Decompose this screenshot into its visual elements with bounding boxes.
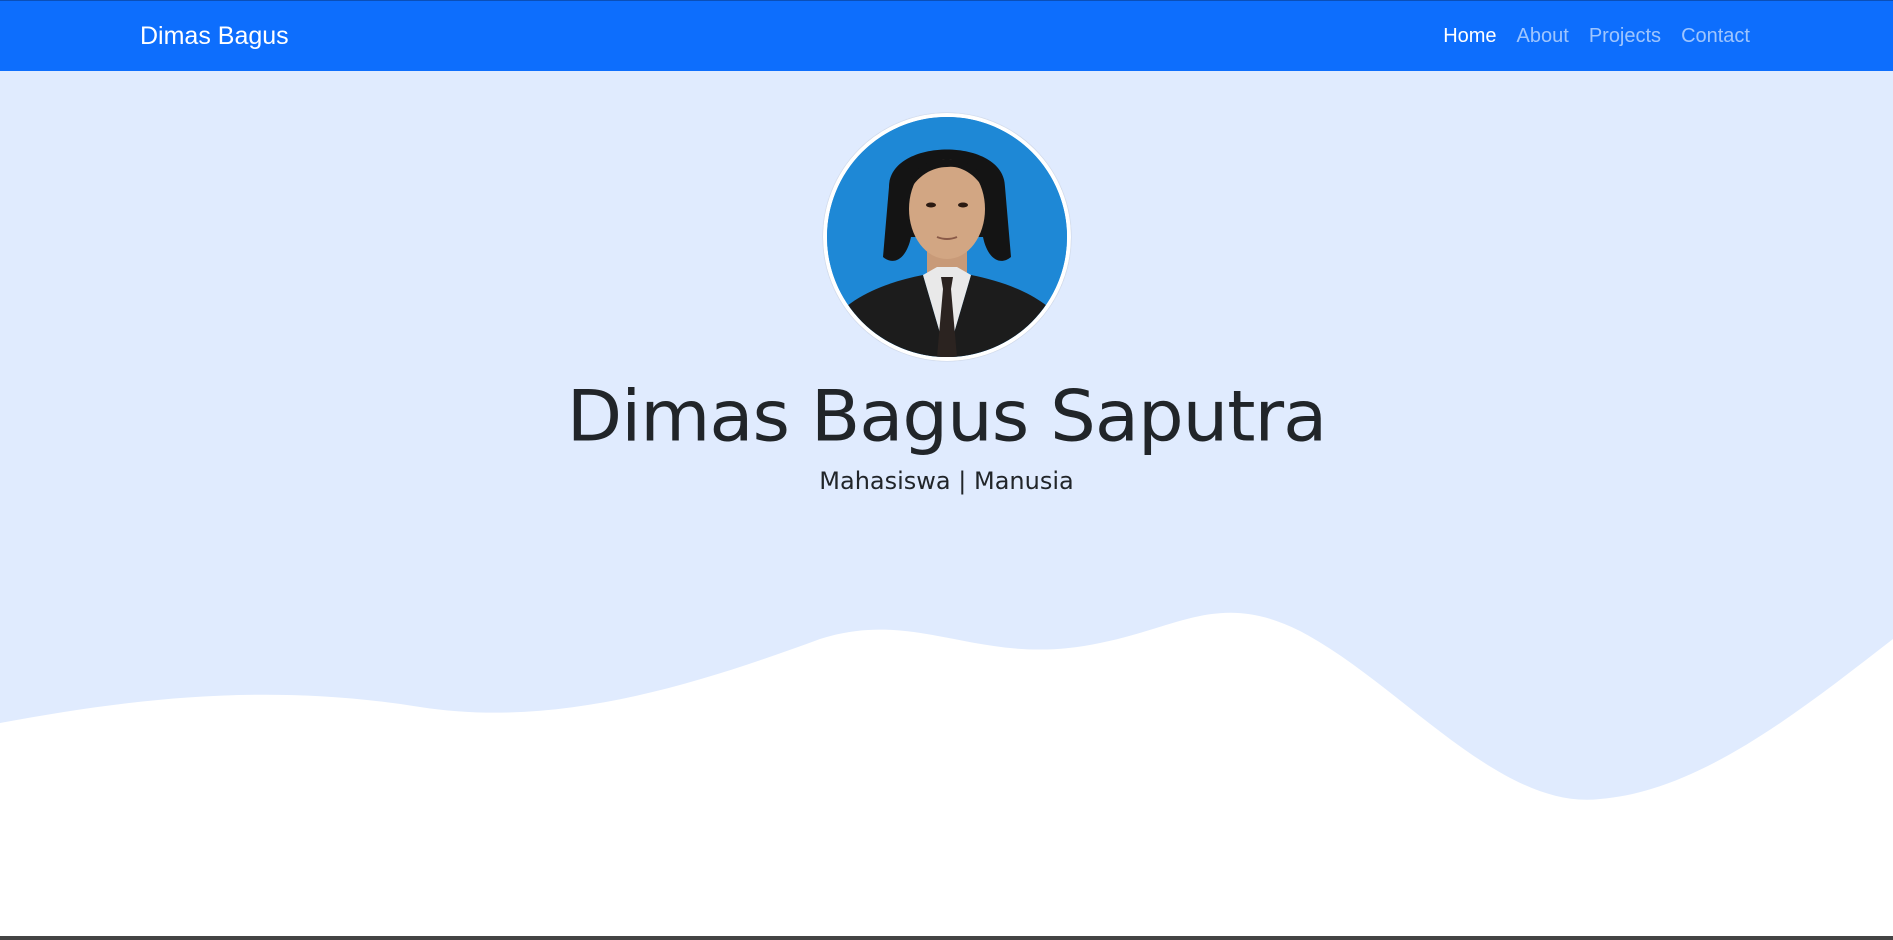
nav-links: Home About Projects Contact (1443, 25, 1750, 48)
nav-link-contact[interactable]: Contact (1681, 25, 1750, 48)
navbar: Dimas Bagus Home About Projects Contact (0, 0, 1893, 71)
brand-link[interactable]: Dimas Bagus (140, 22, 289, 51)
nav-link-about[interactable]: About (1517, 25, 1569, 48)
bottom-edge (0, 936, 1893, 940)
profile-avatar (822, 113, 1071, 361)
profile-photo-illustration (826, 117, 1067, 357)
hero-content: Dimas Bagus Saputra Mahasiswa | Manusia (0, 113, 1893, 497)
profile-tagline: Mahasiswa | Manusia (819, 467, 1074, 495)
profile-name: Dimas Bagus Saputra (566, 374, 1327, 458)
nav-link-home[interactable]: Home (1443, 25, 1496, 48)
hero-section: Dimas Bagus Saputra Mahasiswa | Manusia (0, 71, 1893, 940)
nav-link-projects[interactable]: Projects (1589, 25, 1661, 48)
